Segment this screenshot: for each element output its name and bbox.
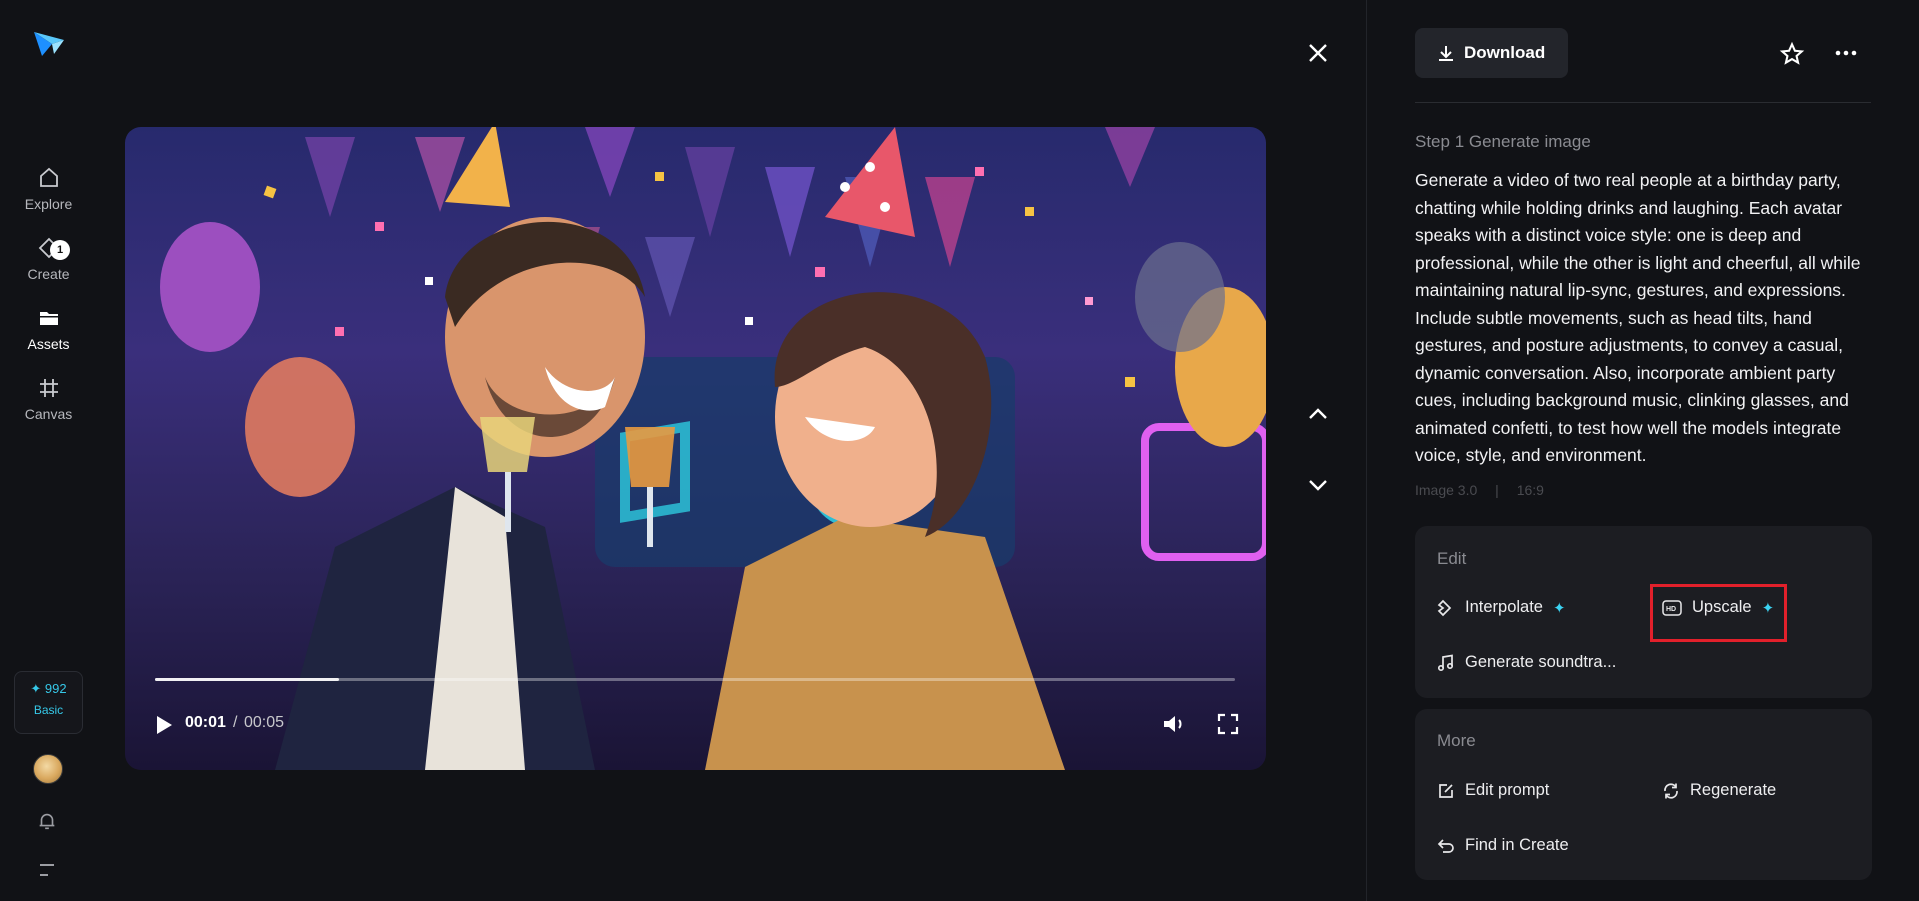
close-icon[interactable] — [1305, 40, 1331, 66]
plan-label: Basic — [33, 703, 64, 717]
download-label: Download — [1464, 43, 1546, 62]
sidebar-item-label: Canvas — [24, 406, 73, 422]
fullscreen-icon[interactable] — [1217, 713, 1239, 735]
step-title: Step 1 Generate image — [1415, 132, 1591, 151]
star-icon[interactable] — [1779, 41, 1805, 67]
bell-icon[interactable] — [36, 810, 58, 832]
sidebar-item-label: Assets — [27, 336, 70, 352]
avatar[interactable] — [33, 754, 63, 784]
sparkle-icon: ✦ — [1552, 599, 1566, 617]
credits-amount: ✦ 992 — [30, 681, 67, 696]
create-badge: 1 — [50, 240, 70, 260]
edit-prompt-label: Edit prompt — [1465, 781, 1550, 799]
generate-soundtrack-button[interactable]: Generate soundtra... — [1437, 653, 1616, 672]
current-time: 00:01 — [185, 714, 226, 731]
volume-icon[interactable] — [1161, 712, 1187, 736]
sidebar-item-assets[interactable]: Assets — [0, 306, 97, 352]
edit-card: Edit Interpolate ✦ HD Upscale ✦ Generate… — [1415, 526, 1872, 698]
prompt-text: Generate a video of two real people at a… — [1415, 170, 1861, 465]
find-in-create-label: Find in Create — [1465, 836, 1569, 854]
aspect-ratio-label: 16:9 — [1516, 482, 1544, 498]
download-icon — [1439, 46, 1453, 61]
canvas-frame-icon — [39, 379, 58, 397]
soundtrack-label: Generate soundtra... — [1465, 653, 1617, 671]
interpolate-label: Interpolate — [1465, 598, 1543, 616]
edit-prompt-icon — [1439, 783, 1453, 798]
edit-prompt-button[interactable]: Edit prompt — [1437, 781, 1549, 800]
left-sidebar: Explore 1 Create Assets Canvas ✦ 992 Bas… — [0, 0, 97, 901]
regenerate-button[interactable]: Regenerate — [1662, 781, 1776, 800]
find-in-create-button[interactable]: Find in Create — [1437, 836, 1569, 855]
app-logo-icon[interactable] — [32, 28, 66, 60]
home-icon — [39, 167, 58, 187]
regenerate-label: Regenerate — [1690, 781, 1777, 799]
interpolate-icon — [1437, 599, 1452, 616]
model-label: Image 3.0 — [1415, 482, 1478, 498]
more-title: More — [1437, 731, 1476, 750]
sidebar-item-canvas[interactable]: Canvas — [0, 376, 97, 422]
video-frame — [160, 127, 1266, 770]
sidebar-item-label: Create — [27, 266, 70, 282]
highlight-box — [1650, 584, 1787, 642]
sidebar-item-create[interactable]: 1 Create — [0, 236, 97, 282]
more-options-icon[interactable] — [1835, 50, 1857, 56]
time-separator: / — [233, 714, 238, 731]
panel-separator — [1415, 102, 1871, 103]
return-icon — [1437, 838, 1454, 853]
regenerate-icon — [1664, 782, 1678, 799]
music-note-icon — [1437, 653, 1454, 671]
panel-divider — [1366, 0, 1367, 901]
chevron-down-icon[interactable] — [1305, 474, 1331, 496]
edit-title: Edit — [1437, 549, 1467, 568]
progress-fill — [155, 678, 339, 681]
progress-bar[interactable] — [155, 678, 1235, 681]
download-button[interactable]: Download — [1415, 28, 1568, 78]
sidebar-item-explore[interactable]: Explore — [0, 166, 97, 212]
menu-icon[interactable] — [38, 862, 58, 878]
generation-meta: Image 3.0 | 16:9 — [1415, 482, 1558, 498]
play-icon[interactable] — [153, 713, 175, 737]
folder-icon — [39, 312, 58, 325]
total-time: 00:05 — [244, 714, 285, 731]
meta-separator: | — [1495, 482, 1499, 498]
credits-badge[interactable]: ✦ 992 Basic — [14, 671, 83, 734]
interpolate-button[interactable]: Interpolate ✦ — [1437, 598, 1566, 617]
more-card: More Edit prompt Regenerate Find in Crea… — [1415, 709, 1872, 880]
video-player[interactable]: 00:01 / 00:05 — [125, 127, 1266, 770]
chevron-up-icon[interactable] — [1305, 403, 1331, 425]
sidebar-item-label: Explore — [24, 196, 73, 212]
